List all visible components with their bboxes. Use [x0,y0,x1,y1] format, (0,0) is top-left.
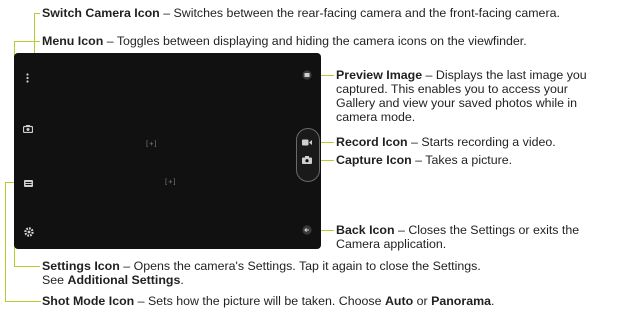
callout-shot-mode: Shot Mode Icon – Sets how the picture wi… [42,294,494,308]
callout-desc: – Opens the camera's Settings. Tap it ag… [119,259,481,273]
callout-desc: camera mode. [336,110,416,124]
leader-shot-mode-h2 [5,301,41,302]
callout-title: Capture Icon [336,153,412,167]
additional-settings-ref: Additional Settings [67,273,181,287]
leader-settings-h2 [14,266,40,267]
preview-image-icon[interactable] [301,69,313,81]
capture-icon[interactable] [301,155,313,165]
record-icon[interactable] [301,137,313,147]
callout-desc: – Toggles between displaying and hiding … [103,34,527,48]
focus-mark: [+] [145,140,158,148]
option-panorama: Panorama [431,294,491,308]
callout-desc: – Starts recording a video. [407,135,556,149]
callout-back: Back Icon – Closes the Settings or exits… [336,223,579,251]
callout-desc: . [491,294,495,308]
callout-title: Settings Icon [42,259,120,273]
settings-icon[interactable] [23,226,35,238]
callout-title: Switch Camera Icon [42,6,160,20]
callout-menu: Menu Icon – Toggles between displaying a… [42,34,527,48]
camera-viewfinder[interactable] [14,53,321,249]
focus-mark: [+] [164,178,177,186]
callout-title: Menu Icon [42,34,104,48]
callout-desc: – Takes a picture. [411,153,513,167]
callout-desc: See [42,273,68,287]
callout-desc: Camera application. [336,237,447,251]
callout-title: Back Icon [336,223,395,237]
option-auto: Auto [384,294,414,308]
switch-camera-icon[interactable] [22,124,34,134]
callout-desc: – Displays the last image you [422,68,587,82]
leader-shot-mode-v [5,182,6,301]
callout-preview: Preview Image – Displays the last image … [336,68,587,124]
callout-desc: – Closes the Settings or exits the [394,223,580,237]
callout-capture: Capture Icon – Takes a picture. [336,153,512,167]
callout-desc: . [180,273,184,287]
leader-switch-camera-h [34,13,40,14]
callout-title: Shot Mode Icon [42,294,135,308]
callout-title: Record Icon [336,135,408,149]
callout-desc: – Sets how the picture will be taken. Ch… [134,294,385,308]
callout-switch-camera: Switch Camera Icon – Switches between th… [42,6,560,20]
callout-desc: – Switches between the rear-facing camer… [159,6,560,20]
leader-menu-h [14,41,40,42]
callout-record: Record Icon – Starts recording a video. [336,135,556,149]
shot-mode-icon[interactable] [22,178,34,188]
back-icon[interactable] [301,224,313,236]
callout-desc: Gallery and view your saved photos while… [336,96,578,110]
callout-title: Preview Image [336,68,423,82]
menu-icon[interactable] [22,72,32,84]
callout-desc: captured. This enables you to access you… [336,82,568,96]
callout-desc: or [413,294,432,308]
callout-settings: Settings Icon – Opens the camera's Setti… [42,259,481,287]
